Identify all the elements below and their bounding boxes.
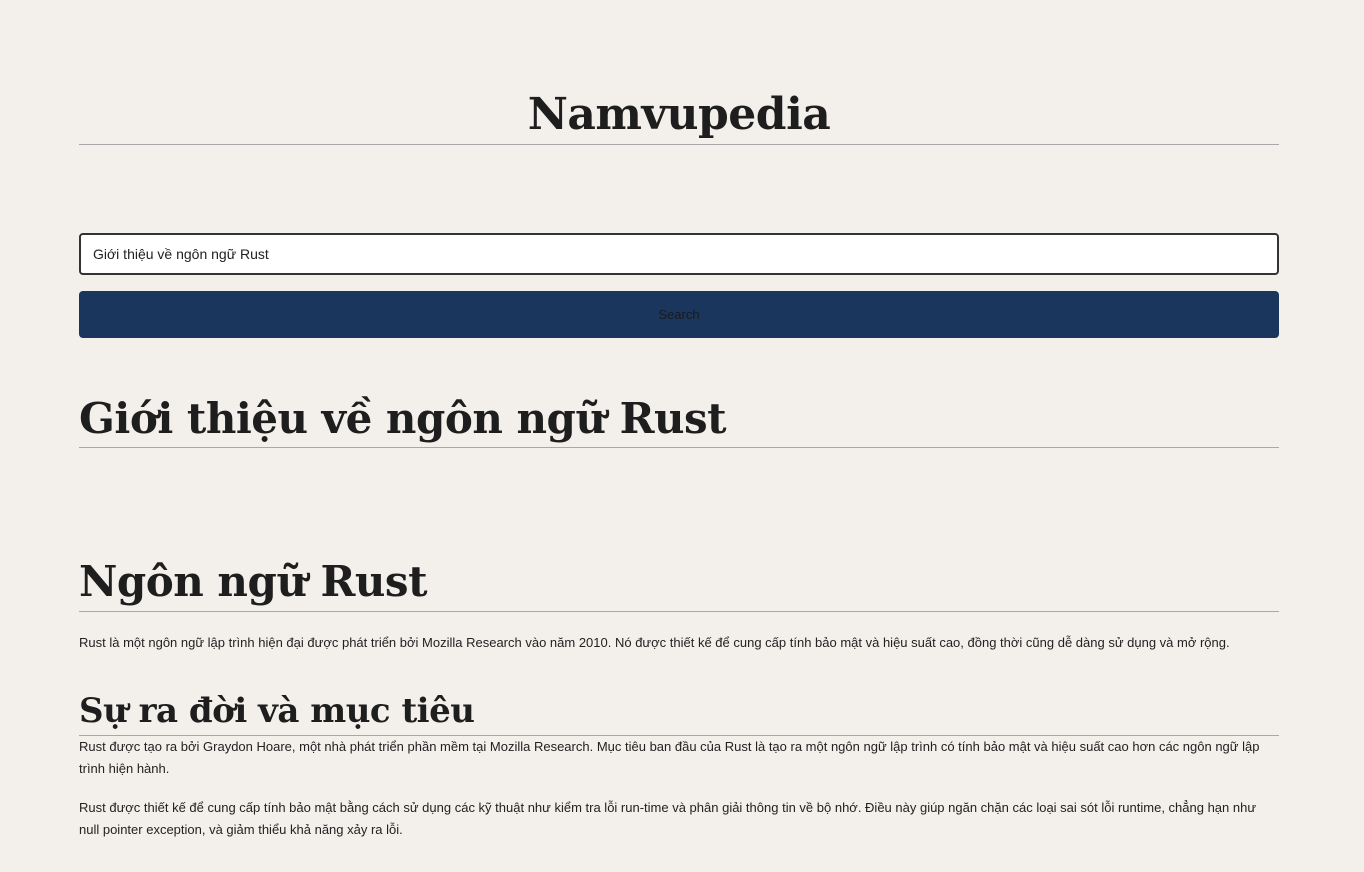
search-button[interactable]: Search — [79, 291, 1279, 338]
paragraph: Rust được tạo ra bởi Graydon Hoare, một … — [79, 739, 1260, 776]
section-heading-divider — [79, 611, 1279, 612]
site-title: Namvupedia — [527, 89, 831, 140]
title-divider — [79, 144, 1279, 145]
article-title-divider — [79, 447, 1279, 448]
search-input[interactable] — [79, 233, 1279, 275]
section-heading-origin: Sự ra đời và mục tiêu — [79, 691, 475, 731]
paragraph: Rust được thiết kế để cung cấp tính bảo … — [79, 800, 1257, 837]
article-title: Giới thiệu về ngôn ngữ Rust — [79, 394, 727, 443]
section-heading-rust: Ngôn ngữ Rust — [79, 557, 427, 606]
paragraph: Rust là một ngôn ngữ lập trình hiện đại … — [79, 635, 1230, 650]
